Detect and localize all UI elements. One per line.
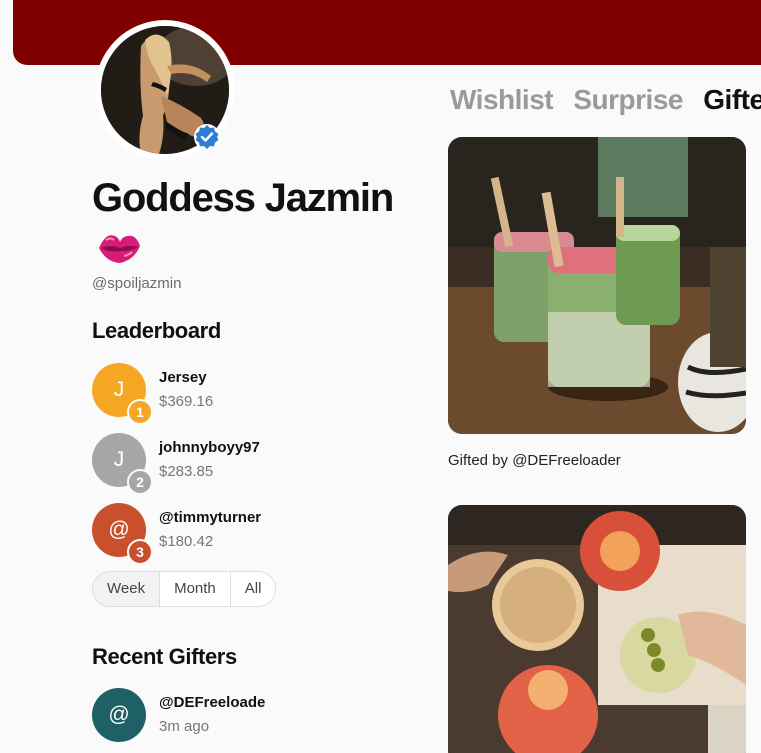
profile-page: Goddess Jazmin @spoiljazmin Leaderboard … (0, 0, 761, 753)
tab-gifted[interactable]: Gifte (703, 84, 761, 116)
gift-caption: Gifted by @DEFreeloader (448, 452, 621, 469)
leaderboard-title: Leaderboard (92, 318, 221, 343)
verified-badge-icon (194, 124, 220, 150)
leaderboard-entry[interactable]: J 1 Jersey $369.16 (92, 363, 342, 425)
tab-wishlist[interactable]: Wishlist (450, 84, 554, 116)
profile-avatar-frame (95, 20, 235, 160)
rank-badge: 3 (127, 539, 153, 565)
recent-gifter-entry[interactable]: @ @DEFreeloade 3m ago (92, 688, 342, 744)
cocktails-photo (448, 505, 746, 753)
recent-gifters-title: Recent Gifters (92, 644, 237, 669)
rank-badge: 1 (127, 399, 153, 425)
tab-surprise[interactable]: Surprise (573, 84, 683, 116)
leaderboard-entry[interactable]: @ 3 @timmyturner $180.42 (92, 503, 342, 565)
period-month-button[interactable]: Month (160, 572, 231, 606)
profile-tabs: Wishlist Surprise Gifte (450, 84, 761, 116)
leaderboard-name: johnnyboyy97 (159, 439, 260, 456)
leaderboard-amount: $283.85 (159, 463, 214, 480)
leaderboard-amount: $369.16 (159, 393, 214, 410)
leaderboard-name: Jersey (159, 369, 207, 386)
period-week-button[interactable]: Week (93, 572, 161, 606)
leaderboard-entry[interactable]: J 2 johnnyboyy97 $283.85 (92, 433, 342, 495)
period-all-button[interactable]: All (231, 572, 276, 606)
gifter-avatar: @ (92, 688, 146, 742)
gifter-name: @DEFreeloade (159, 694, 266, 711)
leaderboard-name: @timmyturner (159, 509, 262, 526)
leaderboard-amount: $180.42 (159, 533, 214, 550)
lips-kiss-icon (99, 235, 140, 263)
matcha-drinks-photo (448, 137, 746, 434)
profile-handle: @spoiljazmin (92, 275, 182, 292)
rank-badge: 2 (127, 469, 153, 495)
gift-card-cocktails[interactable] (448, 505, 746, 753)
gift-card-matcha[interactable] (448, 137, 746, 434)
leaderboard-period-selector: Week Month All (92, 571, 277, 607)
profile-name: Goddess Jazmin (92, 176, 394, 220)
gifter-time: 3m ago (159, 718, 210, 735)
